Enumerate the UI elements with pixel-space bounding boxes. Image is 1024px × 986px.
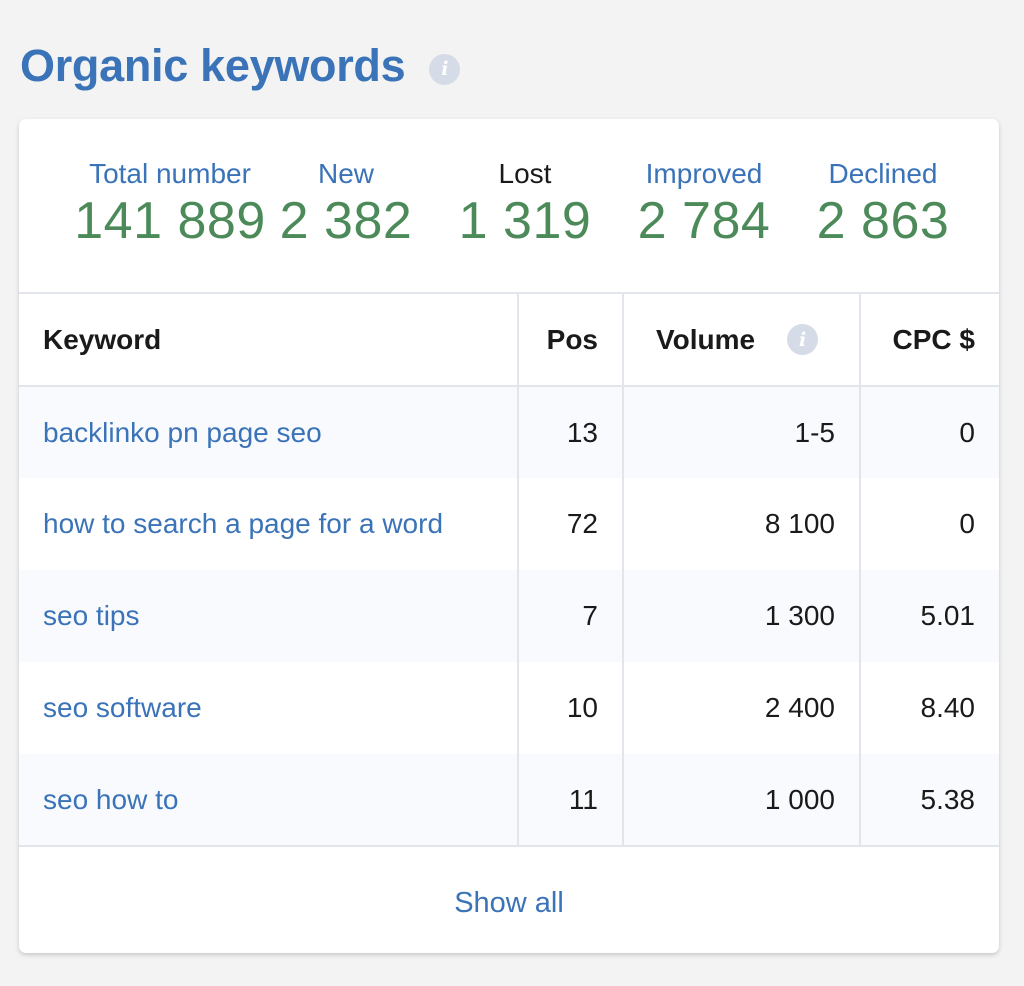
volume-cell: 1 300: [623, 570, 861, 662]
table-row: seo how to 11 1 000 5.38: [19, 754, 999, 846]
stat-lost-value: 1 319: [458, 192, 592, 250]
column-header-pos[interactable]: Pos: [518, 293, 624, 386]
volume-cell: 1-5: [623, 386, 861, 478]
keyword-link[interactable]: seo how to: [19, 754, 519, 846]
cpc-cell: 0: [959, 416, 975, 448]
stat-total-label[interactable]: Total number: [70, 157, 270, 191]
pos-cell: 7: [518, 570, 624, 662]
table-row: how to search a page for a word 72 8 100…: [19, 478, 999, 570]
column-header-volume-label: Volume: [656, 323, 756, 355]
pos-cell: 11: [518, 754, 624, 846]
stat-new: New 2 382: [246, 157, 446, 251]
stat-new-label[interactable]: New: [246, 157, 446, 191]
stat-lost: Lost 1 319: [425, 157, 625, 251]
section-header: Organic keywords i: [20, 34, 461, 98]
column-header-cpc[interactable]: CPC $: [860, 293, 999, 386]
keyword-link[interactable]: seo tips: [19, 570, 519, 662]
column-header-keyword[interactable]: Keyword: [19, 293, 519, 386]
stat-new-value: 2 382: [279, 192, 413, 250]
column-header-volume[interactable]: Volume i: [623, 293, 861, 386]
info-icon[interactable]: i: [787, 324, 819, 355]
table-header-row: Keyword Pos Volume i CPC $: [19, 293, 999, 386]
volume-cell: 2 400: [623, 662, 861, 754]
table-row: seo software 10 2 400 8.40: [19, 662, 999, 754]
table-row: seo tips 7 1 300 5.01: [19, 570, 999, 662]
stat-improved-label[interactable]: Improved: [604, 157, 804, 191]
show-all-footer: Show all: [19, 854, 999, 953]
cpc-cell: 0: [959, 508, 975, 539]
pos-cell: 13: [518, 386, 624, 478]
stat-total-value: 141 889: [74, 192, 266, 250]
stat-improved: Improved 2 784: [604, 157, 804, 251]
cpc-cell: 5.38: [920, 783, 976, 815]
show-all-link[interactable]: Show all: [454, 887, 564, 920]
volume-cell: 8 100: [623, 478, 861, 570]
cpc-cell: 8.40: [920, 692, 976, 723]
stat-improved-value: 2 784: [637, 192, 771, 250]
stat-declined: Declined 2 863: [783, 157, 983, 251]
table-row: backlinko pn page seo 13 1-5 0: [19, 386, 999, 478]
info-icon[interactable]: i: [429, 53, 461, 85]
organic-keywords-card: Total number 141 889 New 2 382 Lost 1 31…: [19, 119, 999, 953]
keyword-link[interactable]: how to search a page for a word: [19, 478, 519, 570]
stat-declined-value: 2 863: [816, 192, 950, 250]
pos-cell: 72: [518, 478, 624, 570]
keyword-link[interactable]: backlinko pn page seo: [19, 386, 519, 478]
keywords-table: Keyword Pos Volume i CPC $ backlinko pn …: [19, 292, 999, 847]
stat-lost-label: Lost: [498, 158, 552, 189]
stat-total: Total number 141 889: [70, 157, 270, 251]
volume-cell: 1 000: [623, 754, 861, 846]
keyword-link[interactable]: seo software: [19, 662, 519, 754]
stat-declined-label[interactable]: Declined: [783, 157, 983, 191]
pos-cell: 10: [518, 662, 624, 754]
summary-stats: Total number 141 889 New 2 382 Lost 1 31…: [19, 119, 999, 292]
cpc-cell: 5.01: [920, 600, 976, 631]
page-title: Organic keywords: [20, 40, 406, 91]
